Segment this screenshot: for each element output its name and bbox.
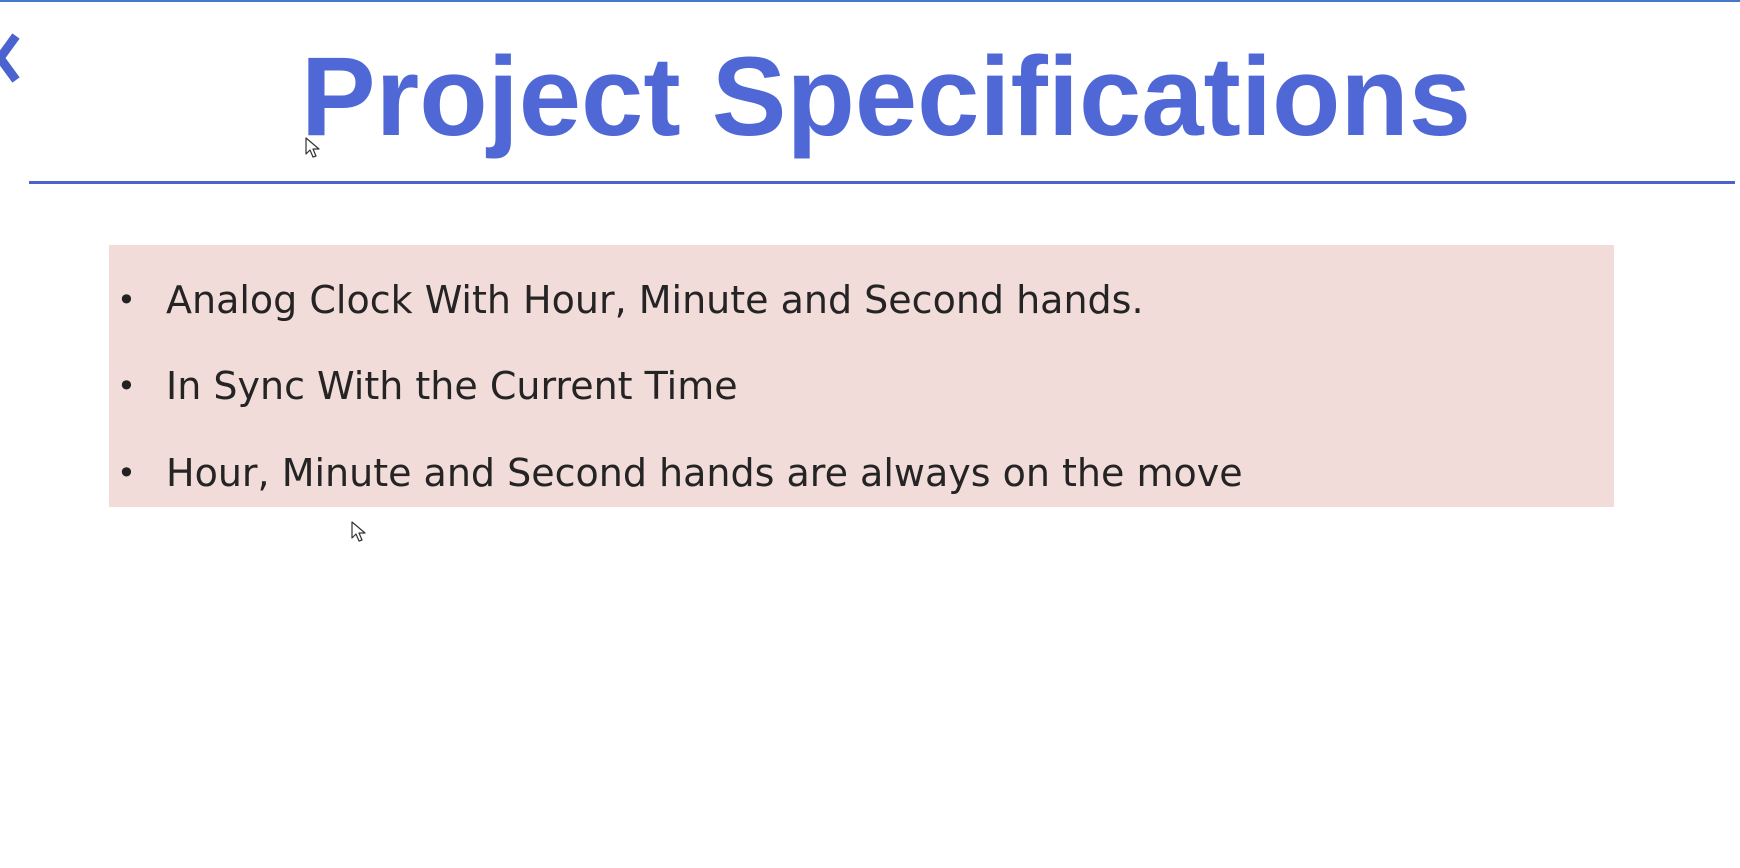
bullet-marker: •	[117, 454, 136, 492]
top-border	[0, 0, 1740, 2]
bullet-marker: •	[117, 281, 136, 319]
bullet-marker: •	[117, 367, 136, 405]
mouse-pointer-icon	[351, 521, 366, 542]
mouse-pointer-icon	[305, 137, 320, 158]
slide: Project Specifications • Analog Clock Wi…	[0, 0, 1740, 868]
slide-title: Project Specifications	[300, 34, 1472, 159]
bullet-item: • Hour, Minute and Second hands are alwa…	[109, 443, 1243, 503]
bullet-text: In Sync With the Current Time	[166, 364, 738, 408]
bullet-text: Hour, Minute and Second hands are always…	[166, 451, 1243, 495]
bullet-item: • In Sync With the Current Time	[109, 356, 738, 416]
bullet-text: Analog Clock With Hour, Minute and Secon…	[166, 278, 1144, 322]
bullet-item: • Analog Clock With Hour, Minute and Sec…	[109, 270, 1144, 330]
title-divider	[29, 181, 1735, 184]
bullet-list-box: • Analog Clock With Hour, Minute and Sec…	[109, 245, 1614, 507]
